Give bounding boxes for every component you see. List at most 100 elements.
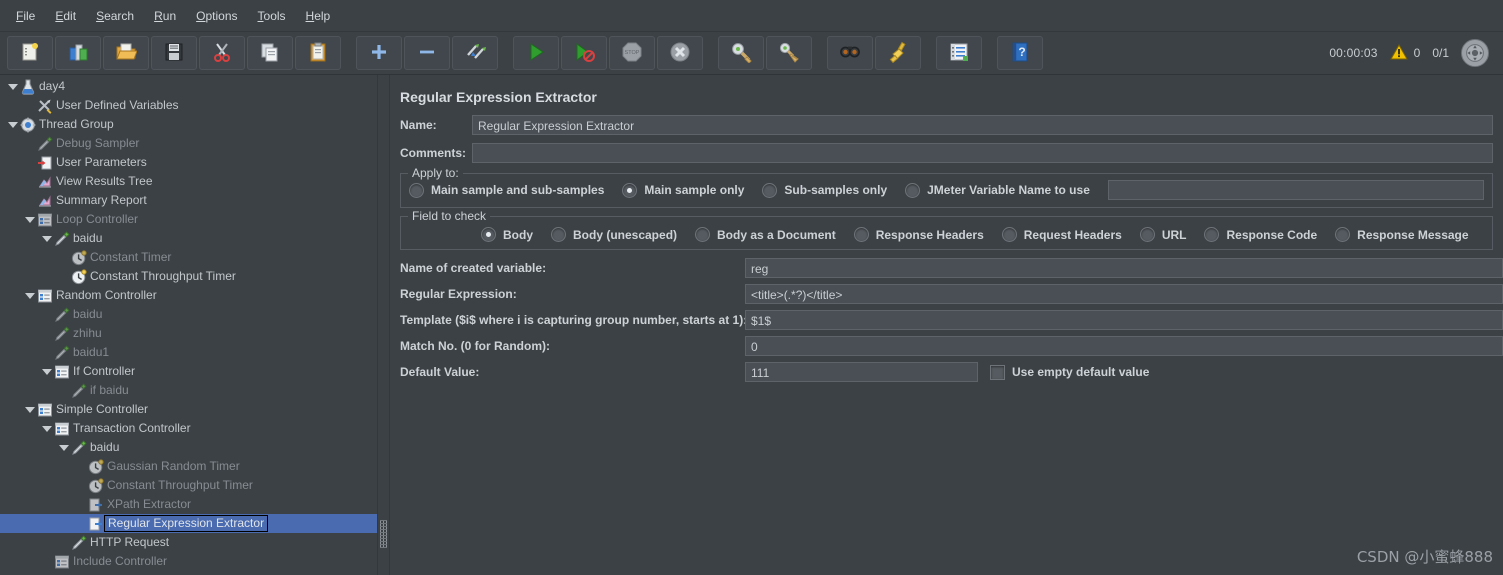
- save-button[interactable]: [151, 36, 197, 70]
- tree-node[interactable]: User Defined Variables: [0, 96, 377, 115]
- tree-node-label: User Parameters: [56, 155, 147, 169]
- clear-all-button[interactable]: [766, 36, 812, 70]
- tree-node[interactable]: Constant Timer: [0, 248, 377, 267]
- splitter-grip-icon[interactable]: [380, 520, 387, 548]
- field-to-check-options[interactable]: Body Body (unescaped) Body as a Document Re…: [409, 223, 1484, 242]
- menu-item-search[interactable]: Search: [86, 5, 144, 27]
- templates-button[interactable]: [55, 36, 101, 70]
- field-input[interactable]: $1$: [745, 310, 1503, 330]
- menu-item-options[interactable]: Options: [186, 5, 247, 27]
- expand-all-button[interactable]: [356, 36, 402, 70]
- tree-node[interactable]: baidu: [0, 229, 377, 248]
- tree-node[interactable]: Include Controller: [0, 552, 377, 571]
- start-button[interactable]: [513, 36, 559, 70]
- field-input[interactable]: 111: [745, 362, 978, 382]
- shutdown-button[interactable]: [657, 36, 703, 70]
- radio-url[interactable]: URL: [1139, 227, 1186, 242]
- menu-item-tools[interactable]: Tools: [248, 5, 296, 27]
- radio-body-as-a-document[interactable]: Body as a Document: [695, 227, 836, 242]
- field-input[interactable]: reg: [745, 258, 1503, 278]
- apply-to-options[interactable]: Main sample and sub-samples Main sample o…: [409, 180, 1484, 200]
- copy-button[interactable]: [247, 36, 293, 70]
- stop-button[interactable]: STOP: [609, 36, 655, 70]
- tree-node[interactable]: if baidu: [0, 381, 377, 400]
- radio-dot-icon: [551, 227, 566, 242]
- tree-node[interactable]: Summary Report: [0, 191, 377, 210]
- test-plan-tree-panel[interactable]: day4 User Defined Variables Thread Group De…: [0, 75, 377, 575]
- tree-node[interactable]: zhihu: [0, 324, 377, 343]
- test-plan-tree[interactable]: day4 User Defined Variables Thread Group De…: [0, 75, 377, 571]
- tree-node[interactable]: If Controller: [0, 362, 377, 381]
- radio-body[interactable]: Body: [481, 227, 533, 242]
- checkbox-label: Use empty default value: [1012, 365, 1150, 379]
- tree-node[interactable]: day4: [0, 77, 377, 96]
- collapse-triangle-icon[interactable]: [40, 362, 53, 381]
- start-no-timers-button[interactable]: [561, 36, 607, 70]
- comments-input[interactable]: [472, 143, 1493, 163]
- tree-node[interactable]: Loop Controller: [0, 210, 377, 229]
- tree-node[interactable]: Regular Expression Extractor: [0, 514, 377, 533]
- tree-node[interactable]: Random Controller: [0, 286, 377, 305]
- tree-node[interactable]: baidu: [0, 438, 377, 457]
- radio-response-code[interactable]: Response Code: [1204, 227, 1317, 242]
- field-input[interactable]: <title>(.*?)</title>: [745, 284, 1503, 304]
- tree-node[interactable]: Simple Controller: [0, 400, 377, 419]
- radio-body-unescaped[interactable]: Body (unescaped): [551, 227, 677, 242]
- search-button[interactable]: [827, 36, 873, 70]
- collapse-triangle-icon[interactable]: [23, 400, 36, 419]
- panel-splitter[interactable]: [377, 75, 390, 575]
- radio-main-sample-only[interactable]: Main sample only: [622, 182, 744, 198]
- warning-indicator[interactable]: 0: [1389, 43, 1420, 63]
- tree-node-label: baidu: [73, 231, 103, 245]
- tree-node[interactable]: Constant Throughput Timer: [0, 267, 377, 286]
- paste-button[interactable]: [295, 36, 341, 70]
- tree-node-label: baidu: [73, 307, 103, 321]
- clear-button[interactable]: [718, 36, 764, 70]
- radio-sub-samples-only[interactable]: Sub-samples only: [762, 182, 887, 198]
- name-input[interactable]: Regular Expression Extractor: [472, 115, 1493, 135]
- tree-node[interactable]: XPath Extractor: [0, 495, 377, 514]
- collapse-all-button[interactable]: [404, 36, 450, 70]
- menu-item-edit[interactable]: Edit: [45, 5, 86, 27]
- collapse-triangle-icon[interactable]: [23, 286, 36, 305]
- collapse-triangle-icon[interactable]: [6, 77, 19, 96]
- tree-node[interactable]: HTTP Request: [0, 533, 377, 552]
- log-viewer-button[interactable]: [936, 36, 982, 70]
- collapse-triangle-icon[interactable]: [23, 210, 36, 229]
- radio-response-message[interactable]: Response Message: [1335, 227, 1469, 242]
- tree-node[interactable]: Thread Group: [0, 115, 377, 134]
- toggle-button[interactable]: [452, 36, 498, 70]
- cut-button[interactable]: [199, 36, 245, 70]
- tree-node[interactable]: Debug Sampler: [0, 134, 377, 153]
- menu-item-run[interactable]: Run: [144, 5, 186, 27]
- menu-item-help[interactable]: Help: [296, 5, 341, 27]
- tree-node[interactable]: Gaussian Random Timer: [0, 457, 377, 476]
- radio-main-sample-and-sub-samples[interactable]: Main sample and sub-samples: [409, 182, 604, 198]
- tree-node[interactable]: User Parameters: [0, 153, 377, 172]
- radio-request-headers[interactable]: Request Headers: [1001, 227, 1122, 242]
- menu-item-file[interactable]: File: [6, 5, 45, 27]
- tree-node[interactable]: Constant Throughput Timer: [0, 476, 377, 495]
- collapse-triangle-icon[interactable]: [40, 419, 53, 438]
- collapse-triangle-icon[interactable]: [6, 115, 19, 134]
- new-button[interactable]: [7, 36, 53, 70]
- tree-node[interactable]: View Results Tree: [0, 172, 377, 191]
- tree-node[interactable]: baidu: [0, 305, 377, 324]
- expand-collapse-icon[interactable]: [1461, 39, 1489, 67]
- sampler-icon: [53, 324, 70, 343]
- help-button[interactable]: ?: [997, 36, 1043, 70]
- radio-response-headers[interactable]: Response Headers: [853, 227, 984, 242]
- collapse-triangle-icon[interactable]: [57, 438, 70, 457]
- collapse-triangle-icon[interactable]: [40, 229, 53, 248]
- jmeter-variable-name-input[interactable]: [1107, 180, 1484, 200]
- field-input[interactable]: 0: [745, 336, 1503, 356]
- tree-node-label: Loop Controller: [56, 212, 139, 226]
- open-button[interactable]: [103, 36, 149, 70]
- use-empty-default-value-checkbox[interactable]: Use empty default value: [990, 364, 1150, 380]
- reset-search-button[interactable]: [875, 36, 921, 70]
- tree-node[interactable]: Transaction Controller: [0, 419, 377, 438]
- tree-node[interactable]: baidu1: [0, 343, 377, 362]
- radio-jmeter-variable-name-to-use[interactable]: JMeter Variable Name to use: [905, 182, 1090, 198]
